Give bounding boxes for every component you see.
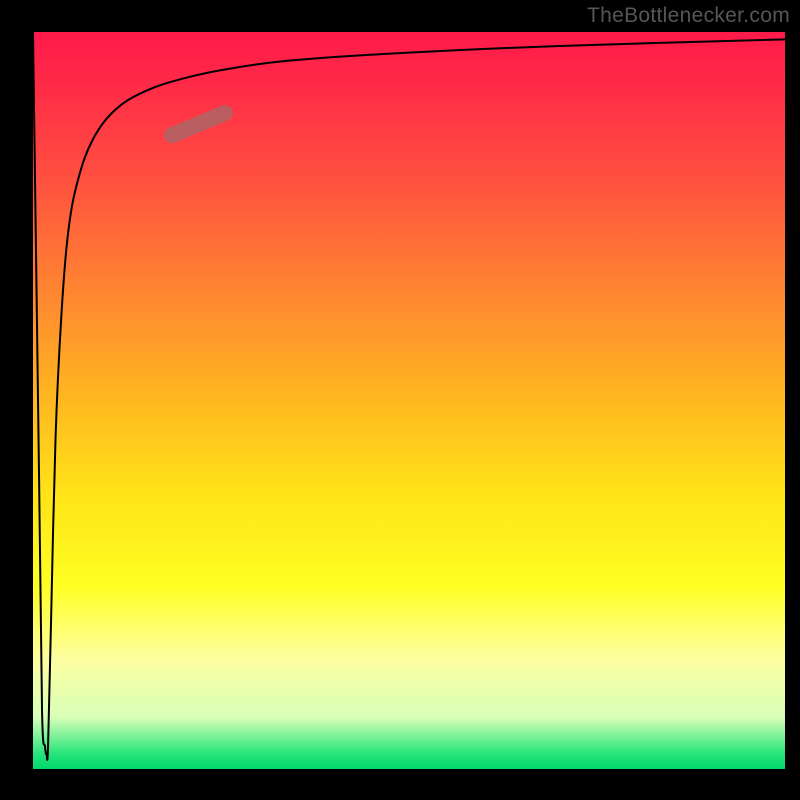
chart-svg	[33, 32, 785, 769]
watermark-text: TheBottlenecker.com	[587, 4, 790, 28]
highlight-segment	[172, 113, 225, 135]
bottleneck-curve	[33, 32, 785, 760]
plot-area	[33, 32, 785, 769]
